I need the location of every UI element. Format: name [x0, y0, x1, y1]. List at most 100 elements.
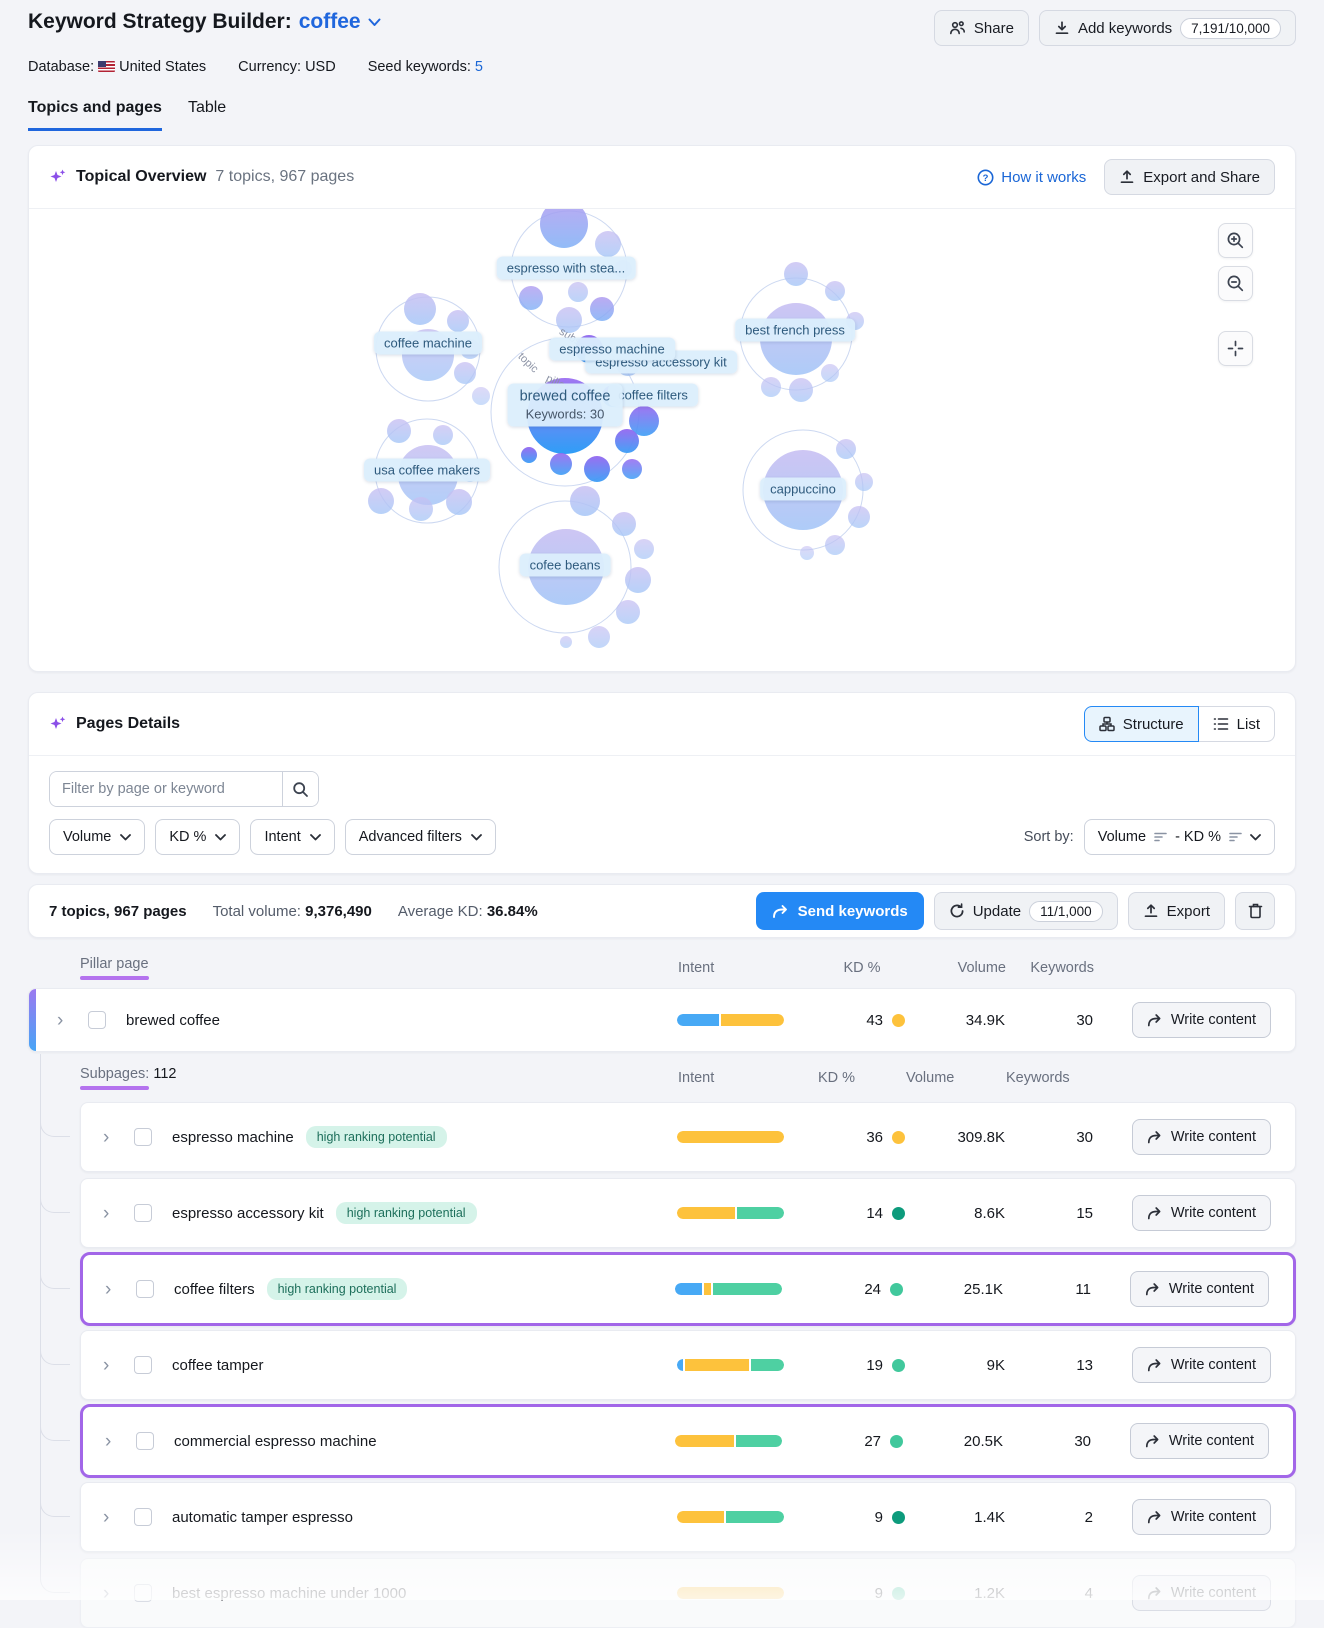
- pillar-chip-keywords: Keywords: 30: [520, 407, 611, 422]
- view-toggle-structure[interactable]: Structure: [1084, 706, 1199, 742]
- subpage-row-name: coffee filters: [174, 1281, 255, 1298]
- filter-kd-dropdown[interactable]: KD %: [155, 819, 240, 855]
- chevron-down-icon[interactable]: [368, 18, 381, 27]
- topic-chip-usa-coffee-makers[interactable]: usa coffee makers: [364, 459, 490, 482]
- topic-chip-cappuccino[interactable]: cappuccino: [760, 478, 846, 501]
- row-checkbox[interactable]: [134, 1128, 152, 1146]
- subpage-chip-espresso-machine[interactable]: espresso machine: [549, 338, 675, 361]
- keywords-value: 4: [1005, 1585, 1093, 1602]
- row-checkbox[interactable]: [134, 1584, 152, 1602]
- export-button[interactable]: Export: [1128, 892, 1225, 930]
- row-checkbox[interactable]: [88, 1011, 106, 1029]
- tab-topics-and-pages[interactable]: Topics and pages: [28, 99, 162, 131]
- chevron-right-icon[interactable]: ›: [105, 1280, 121, 1299]
- delete-button[interactable]: [1235, 892, 1275, 930]
- send-keywords-button[interactable]: Send keywords: [756, 892, 924, 930]
- kd-dot: [892, 1359, 905, 1372]
- row-checkbox[interactable]: [136, 1432, 154, 1450]
- summary-topics-pages: 7 topics, 967 pages: [49, 903, 187, 920]
- row-checkbox[interactable]: [134, 1356, 152, 1374]
- project-name[interactable]: coffee: [299, 10, 361, 34]
- subpage-row-card[interactable]: › espresso machine high ranking potentia…: [80, 1102, 1296, 1172]
- tree-elbow: [40, 1382, 70, 1441]
- zoom-out-button[interactable]: [1218, 266, 1253, 301]
- topic-chip-coffee-machine[interactable]: coffee machine: [374, 332, 482, 355]
- update-quota-badge: 11/1,000: [1029, 901, 1103, 922]
- database-label: Database:: [28, 59, 94, 75]
- intent-bar: [677, 1207, 784, 1219]
- write-content-button[interactable]: Write content: [1130, 1271, 1269, 1307]
- keywords-value: 15: [1005, 1205, 1093, 1222]
- volume-value: 20.5K: [903, 1433, 1003, 1450]
- seed-keywords-label: Seed keywords:: [368, 59, 471, 75]
- chevron-right-icon[interactable]: ›: [103, 1204, 119, 1223]
- sort-dropdown[interactable]: Volume - KD %: [1084, 819, 1275, 855]
- subpage-row-card[interactable]: › automatic tamper espresso 9 1.4K 2 Wri…: [80, 1482, 1296, 1552]
- filter-intent-dropdown[interactable]: Intent: [250, 819, 334, 855]
- kd-value: 24: [864, 1281, 881, 1298]
- page-title-text: Keyword Strategy Builder:: [28, 10, 292, 34]
- tree-elbow: [40, 1156, 70, 1213]
- subpage-row-card[interactable]: › commercial espresso machine 27 20.5K 3…: [80, 1404, 1296, 1478]
- write-content-button[interactable]: Write content: [1132, 1575, 1271, 1611]
- export-icon: [1143, 903, 1159, 919]
- topic-chip-cofee-beans[interactable]: cofee beans: [520, 554, 611, 577]
- filter-input[interactable]: [50, 772, 282, 806]
- intent-bar: [675, 1435, 782, 1447]
- row-checkbox[interactable]: [134, 1508, 152, 1526]
- write-content-button[interactable]: Write content: [1132, 1347, 1271, 1383]
- subpage-row-card[interactable]: › coffee filters high ranking potential …: [80, 1252, 1296, 1326]
- write-content-button[interactable]: Write content: [1130, 1423, 1269, 1459]
- filter-volume-dropdown[interactable]: Volume: [49, 819, 145, 855]
- chevron-right-icon[interactable]: ›: [103, 1508, 119, 1527]
- add-keywords-button[interactable]: Add keywords 7,191/10,000: [1039, 10, 1296, 46]
- pillar-row-brewed-coffee[interactable]: › brewed coffee 43 34.9K 30 Write conten…: [28, 988, 1296, 1052]
- subpage-row: › best espresso machine under 1000 9 1.2…: [80, 1558, 1296, 1628]
- advanced-filters-label: Advanced filters: [359, 829, 462, 845]
- subpage-row-card[interactable]: › coffee tamper 19 9K 13 Write content: [80, 1330, 1296, 1400]
- chevron-right-icon[interactable]: ›: [57, 1011, 73, 1030]
- tab-table[interactable]: Table: [188, 99, 226, 131]
- topical-overview-chart[interactable]: subs topic pillar espresso with stea... …: [29, 209, 1295, 671]
- write-content-label: Write content: [1171, 1205, 1256, 1221]
- advanced-filters-dropdown[interactable]: Advanced filters: [345, 819, 496, 855]
- pillar-chip-title: brewed coffee: [520, 389, 611, 405]
- structure-label: Structure: [1123, 716, 1184, 733]
- search-button[interactable]: [282, 772, 318, 806]
- topic-chip-best-french-press[interactable]: best french press: [735, 319, 855, 342]
- seed-keywords-value[interactable]: 5: [475, 59, 483, 75]
- chevron-right-icon[interactable]: ›: [105, 1432, 121, 1451]
- subpage-row-card[interactable]: › best espresso machine under 1000 9 1.2…: [80, 1558, 1296, 1628]
- update-button[interactable]: Update 11/1,000: [934, 892, 1118, 930]
- write-content-button[interactable]: Write content: [1132, 1499, 1271, 1535]
- column-intent: Intent: [678, 1070, 818, 1086]
- write-content-button[interactable]: Write content: [1132, 1002, 1271, 1038]
- keywords-value: 30: [1003, 1433, 1091, 1450]
- chevron-right-icon[interactable]: ›: [103, 1356, 119, 1375]
- structure-icon: [1099, 716, 1115, 732]
- write-arrow-icon: [1147, 1130, 1162, 1144]
- write-content-button[interactable]: Write content: [1132, 1195, 1271, 1231]
- tree-elbow: [40, 1460, 70, 1517]
- column-volume: Volume: [958, 960, 1006, 976]
- topic-chip-espresso-with-steamed[interactable]: espresso with stea...: [497, 257, 636, 280]
- row-checkbox[interactable]: [134, 1204, 152, 1222]
- pillar-chip-brewed-coffee[interactable]: brewed coffee Keywords: 30: [508, 384, 623, 427]
- share-button[interactable]: Share: [934, 10, 1029, 46]
- chevron-right-icon[interactable]: ›: [103, 1128, 119, 1147]
- export-and-share-button[interactable]: Export and Share: [1104, 159, 1275, 195]
- pages-details-title: Pages Details: [76, 715, 180, 733]
- zoom-in-button[interactable]: [1218, 223, 1253, 258]
- write-content-button[interactable]: Write content: [1132, 1119, 1271, 1155]
- how-it-works-link[interactable]: ? How it works: [977, 169, 1086, 186]
- view-toggle-list[interactable]: List: [1198, 706, 1275, 742]
- average-kd-value: 36.84%: [487, 903, 538, 920]
- page-title: Keyword Strategy Builder: coffee: [28, 10, 381, 34]
- export-label: Export: [1167, 903, 1210, 920]
- keywords-value: 2: [1005, 1509, 1093, 1526]
- row-checkbox[interactable]: [136, 1280, 154, 1298]
- center-view-button[interactable]: [1218, 331, 1253, 366]
- chevron-down-icon: [120, 834, 131, 841]
- subpage-row-card[interactable]: › espresso accessory kit high ranking po…: [80, 1178, 1296, 1248]
- volume-value: 34.9K: [905, 1012, 1005, 1029]
